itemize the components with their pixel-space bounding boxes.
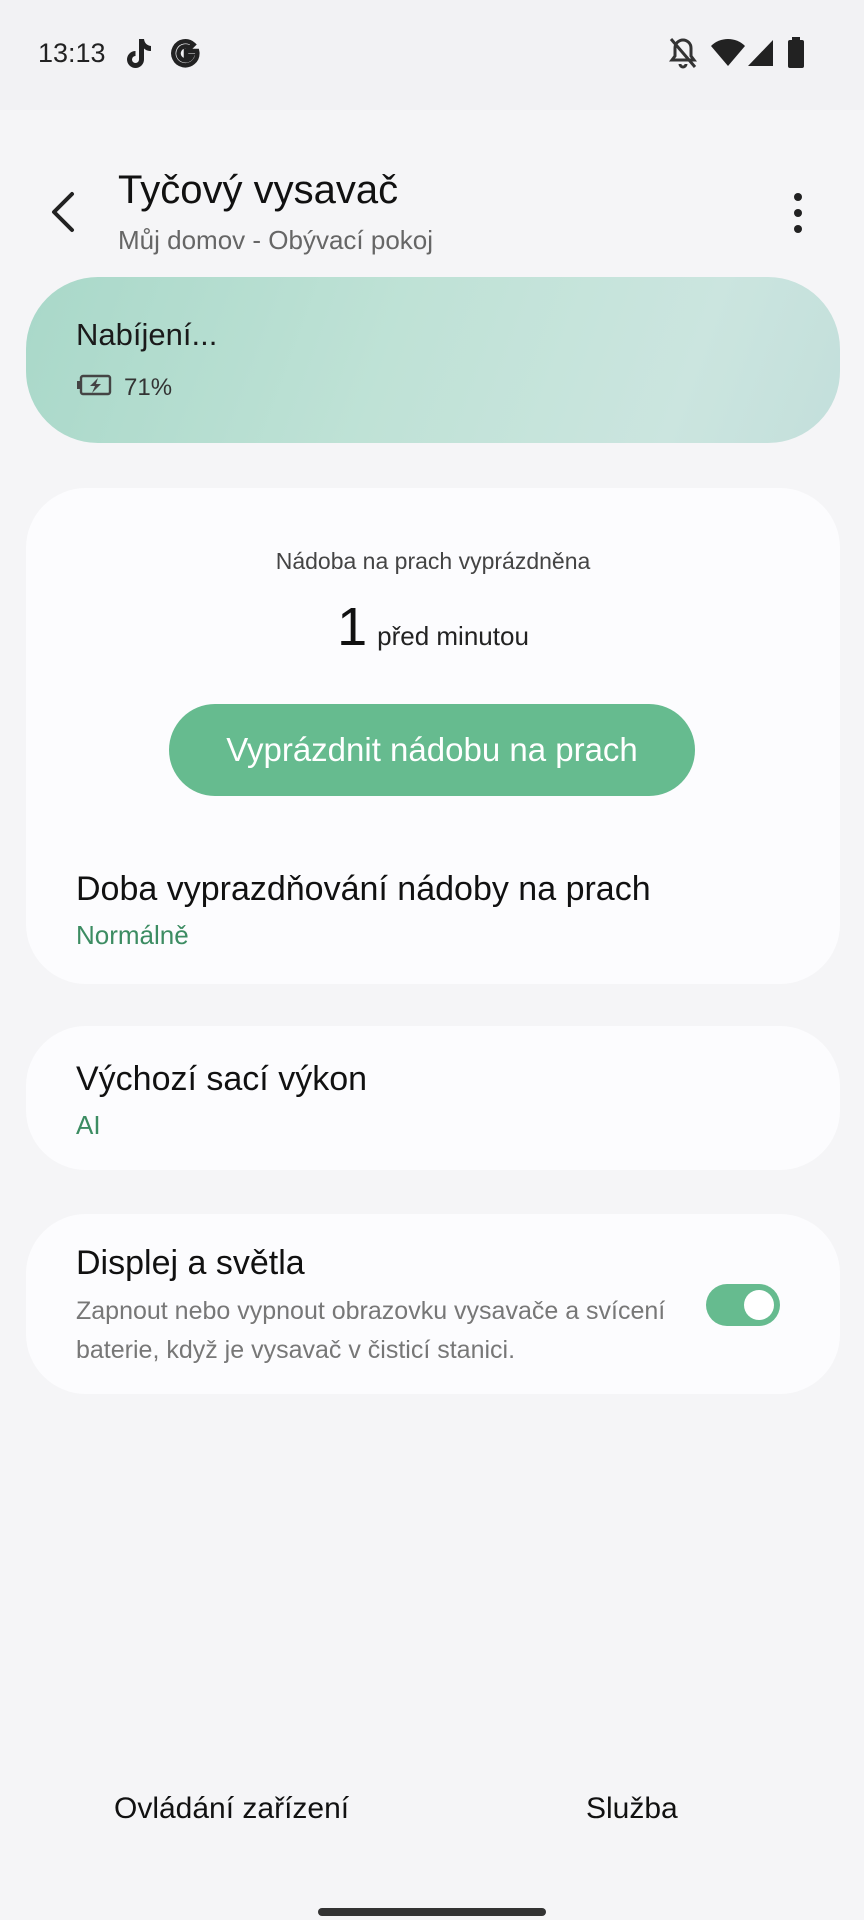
emptying-duration-title: Doba vyprazdňování nádoby na prach [76,870,651,908]
last-emptied-time: 1 před minutou [26,596,840,658]
google-icon [170,36,202,75]
signal-icon [746,36,776,75]
charging-status-card: Nabíjení... 71% [26,277,840,443]
display-lights-description: Zapnout nebo vypnout obrazovku vysavače … [76,1297,666,1364]
page-title: Tyčový vysavač [118,168,399,212]
back-arrow-icon [52,192,74,232]
app-header: Tyčový vysavač Můj domov - Obývací pokoj [0,140,864,270]
battery-row: 71% [76,373,172,402]
tab-device-control[interactable]: Ovládání zařízení [114,1792,349,1826]
charging-status: Nabíjení... [76,317,218,352]
time-unit: před minutou [377,621,529,651]
status-bar: 13:13 [0,0,864,110]
wifi-icon [710,36,746,75]
dust-bin-status: Nádoba na prach vyprázdněna [275,548,591,574]
suction-power-title: Výchozí sací výkon [76,1060,368,1098]
emptying-duration-value: Normálně [76,920,189,950]
page-subtitle: Můj domov - Obývací pokoj [118,225,434,255]
toggle-knob [744,1290,774,1320]
battery-icon [786,36,806,75]
suction-power-value: AI [76,1110,101,1140]
status-time: 13:13 [38,38,106,68]
more-vert-icon [794,193,802,233]
tiktok-icon [122,36,154,77]
suction-power-card[interactable]: Výchozí sací výkon AI [26,1026,840,1170]
display-lights-title: Displej a světla [76,1244,305,1282]
display-lights-card: Displej a světla Zapnout nebo vypnout ob… [26,1214,840,1394]
empty-dust-bin-button[interactable]: Vyprázdnit nádobu na prach [169,704,695,796]
dust-bin-card: Nádoba na prach vyprázdněna 1 před minuto… [26,488,840,984]
home-indicator[interactable] [318,1908,546,1916]
battery-percent: 71% [124,373,173,401]
back-button[interactable] [40,180,90,240]
bell-off-icon [668,36,698,75]
battery-charging-icon [76,373,112,402]
display-lights-toggle[interactable] [706,1284,780,1326]
more-options-button[interactable] [778,188,818,238]
tab-service[interactable]: Služba [586,1792,678,1826]
time-value: 1 [337,597,368,657]
